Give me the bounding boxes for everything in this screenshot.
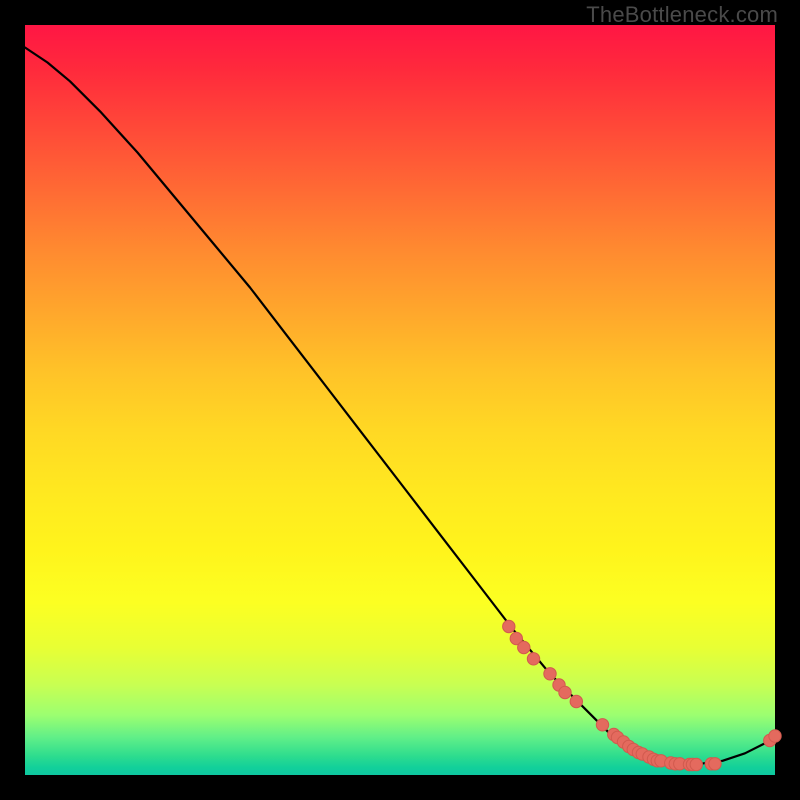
data-point [503, 620, 515, 632]
bottleneck-curve [25, 48, 775, 764]
data-point [559, 686, 571, 698]
data-point [518, 641, 530, 653]
data-point [690, 758, 702, 770]
data-point [570, 695, 582, 707]
attribution-text: TheBottleneck.com [586, 2, 778, 28]
data-point [527, 653, 539, 665]
data-point [544, 668, 556, 680]
data-point [596, 719, 608, 731]
data-point [769, 730, 781, 742]
data-points-group [503, 620, 782, 770]
chart-stage: TheBottleneck.com [0, 0, 800, 800]
chart-overlay [25, 25, 775, 775]
data-point [709, 758, 721, 770]
